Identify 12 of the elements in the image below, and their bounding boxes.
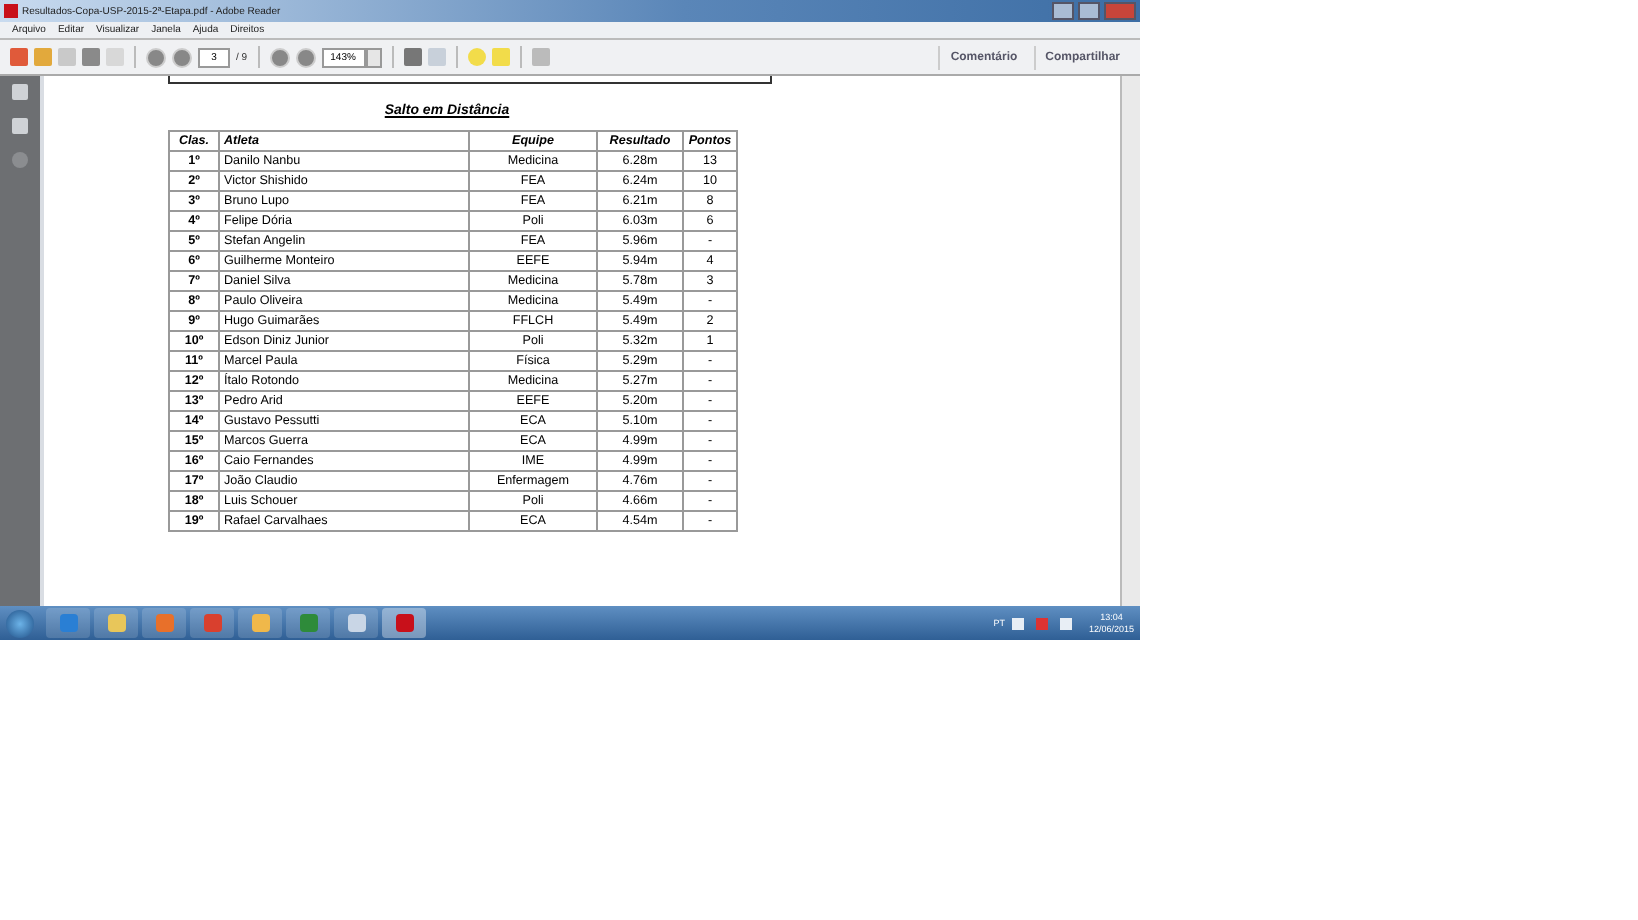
minimize-button[interactable] xyxy=(1052,2,1074,20)
taskbar-button[interactable] xyxy=(190,608,234,638)
taskbar-button[interactable] xyxy=(238,608,282,638)
taskbar-button[interactable] xyxy=(46,608,90,638)
scrollbar[interactable] xyxy=(1120,76,1140,606)
start-button[interactable] xyxy=(6,609,34,637)
taskbar-button[interactable] xyxy=(334,608,378,638)
taskbar-button[interactable] xyxy=(94,608,138,638)
taskbar-button[interactable] xyxy=(142,608,186,638)
taskbar-button[interactable] xyxy=(286,608,330,638)
taskbar-button[interactable] xyxy=(382,608,426,638)
maximize-button[interactable] xyxy=(1078,2,1100,20)
